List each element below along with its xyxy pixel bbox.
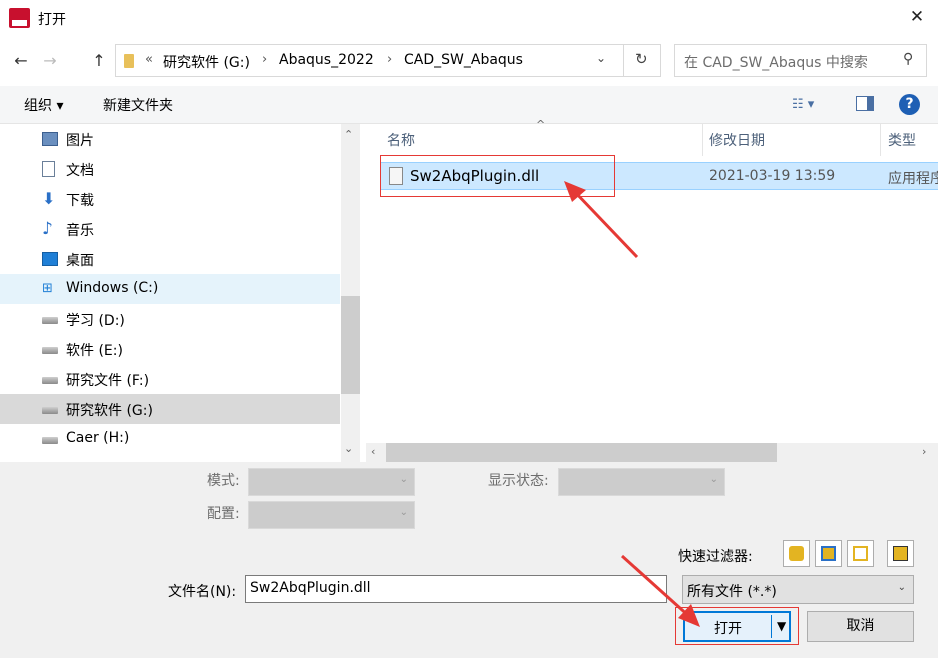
display-state-label: 显示状态:: [488, 473, 549, 489]
drawing-filter-icon: [853, 546, 868, 561]
drive-icon: [42, 347, 58, 354]
address-overflow[interactable]: «: [145, 52, 153, 67]
breadcrumb-cad-sw-abaqus[interactable]: CAD_SW_Abaqus: [404, 52, 523, 68]
drive-icon: [42, 437, 58, 444]
help-icon[interactable]: ?: [899, 94, 920, 115]
title-bar: [0, 0, 938, 36]
view-options-icon[interactable]: ☷ ▾: [792, 97, 814, 112]
config-label: 配置:: [207, 506, 240, 522]
filter-parts-button[interactable]: [783, 540, 810, 567]
sidebar-item-drive-h[interactable]: Caer (H:): [0, 424, 340, 454]
close-icon[interactable]: ✕: [906, 6, 928, 28]
part-filter-icon: [789, 546, 804, 561]
sidebar-item-windows-c[interactable]: ⊞ Windows (C:): [0, 274, 340, 304]
scroll-down-icon[interactable]: ⌄: [344, 442, 353, 455]
config-select: ⌄: [248, 501, 415, 529]
file-modified: 2021-03-19 13:59: [709, 168, 836, 184]
quick-filter-label: 快速过滤器:: [678, 549, 753, 565]
pictures-icon: [42, 132, 58, 146]
music-icon: ♪: [42, 219, 53, 239]
sidebar-item-music[interactable]: ♪ 音乐: [0, 214, 340, 244]
display-state-select: ⌄: [558, 468, 725, 496]
column-header-type[interactable]: 类型: [888, 130, 916, 150]
filter-assemblies-button[interactable]: [815, 540, 842, 567]
scrollbar-thumb[interactable]: [386, 443, 777, 462]
search-input[interactable]: 在 CAD_SW_Abaqus 中搜索: [684, 52, 868, 72]
breadcrumb-separator: ›: [262, 52, 268, 67]
sidebar-item-drive-d[interactable]: 学习 (D:): [0, 304, 340, 334]
solidworks-app-icon: [9, 8, 30, 28]
arrow-up-icon[interactable]: ↑: [89, 51, 109, 71]
window-title: 打开: [38, 12, 66, 28]
sidebar-item-downloads[interactable]: ⬇ 下载: [0, 184, 340, 214]
scroll-up-icon[interactable]: ⌃: [344, 128, 353, 141]
scroll-right-icon[interactable]: ›: [922, 445, 926, 458]
breadcrumb-separator: ›: [387, 52, 393, 67]
column-header-modified[interactable]: 修改日期: [709, 130, 765, 150]
preview-pane-icon[interactable]: [856, 96, 874, 111]
file-list-scrollbar[interactable]: ‹ ›: [366, 443, 938, 462]
documents-icon: [42, 161, 55, 177]
navigation-pane: 图片 文档 ⬇ 下载 ♪ 音乐 桌面 ⊞ Windows (C:) 学习 (D:…: [0, 124, 340, 462]
sort-indicator: ^: [536, 118, 546, 131]
arrow-left-icon[interactable]: ←: [11, 51, 31, 71]
refresh-icon[interactable]: ↻: [635, 50, 648, 68]
open-highlight-box: [675, 607, 799, 645]
drive-icon: [42, 317, 58, 324]
sidebar-item-drive-e[interactable]: 软件 (E:): [0, 334, 340, 364]
organize-button[interactable]: 组织 ▾: [24, 95, 63, 115]
chevron-down-icon[interactable]: ⌄: [596, 51, 606, 65]
address-bar[interactable]: « 研究软件 (G:) › Abaqus_2022 › CAD_SW_Abaqu…: [115, 44, 661, 77]
file-type: 应用程序扩展: [888, 171, 938, 187]
column-header-name[interactable]: 名称: [387, 130, 415, 150]
sidebar-item-drive-g[interactable]: 研究软件 (G:): [0, 394, 340, 424]
cancel-button[interactable]: 取消: [807, 611, 914, 642]
sidebar-scrollbar[interactable]: ⌃ ⌄: [341, 124, 360, 462]
top-level-filter-icon: [893, 546, 908, 561]
sidebar-item-documents[interactable]: 文档: [0, 154, 340, 184]
assembly-filter-icon: [821, 546, 836, 561]
filter-drawings-button[interactable]: [847, 540, 874, 567]
sidebar-item-pictures[interactable]: 图片: [0, 124, 340, 154]
filename-input[interactable]: Sw2AbqPlugin.dll: [245, 575, 667, 603]
filename-label: 文件名(N):: [168, 584, 237, 600]
folder-icon: [124, 54, 134, 68]
mode-label: 模式:: [207, 473, 240, 489]
breadcrumb-drive-g[interactable]: 研究软件 (G:): [163, 52, 250, 72]
breadcrumb-abaqus-2022[interactable]: Abaqus_2022: [279, 52, 374, 68]
file-highlight-box: [380, 155, 615, 197]
new-folder-button[interactable]: 新建文件夹: [103, 95, 173, 115]
scroll-left-icon[interactable]: ‹: [371, 445, 375, 458]
filter-top-level-button[interactable]: [887, 540, 914, 567]
drive-icon: [42, 407, 58, 414]
sidebar-item-desktop[interactable]: 桌面: [0, 244, 340, 274]
scrollbar-thumb[interactable]: [341, 296, 360, 394]
desktop-icon: [42, 252, 58, 266]
sidebar-item-drive-f[interactable]: 研究文件 (F:): [0, 364, 340, 394]
file-type-select[interactable]: 所有文件 (*.*) ⌄: [682, 575, 914, 604]
drive-icon: [42, 377, 58, 384]
search-box[interactable]: 在 CAD_SW_Abaqus 中搜索 ⚲: [674, 44, 927, 77]
search-icon[interactable]: ⚲: [903, 51, 913, 67]
mode-select: ⌄: [248, 468, 415, 496]
arrow-right-icon[interactable]: →: [40, 51, 60, 71]
download-icon: ⬇: [42, 189, 56, 208]
windows-drive-icon: ⊞: [42, 281, 53, 296]
